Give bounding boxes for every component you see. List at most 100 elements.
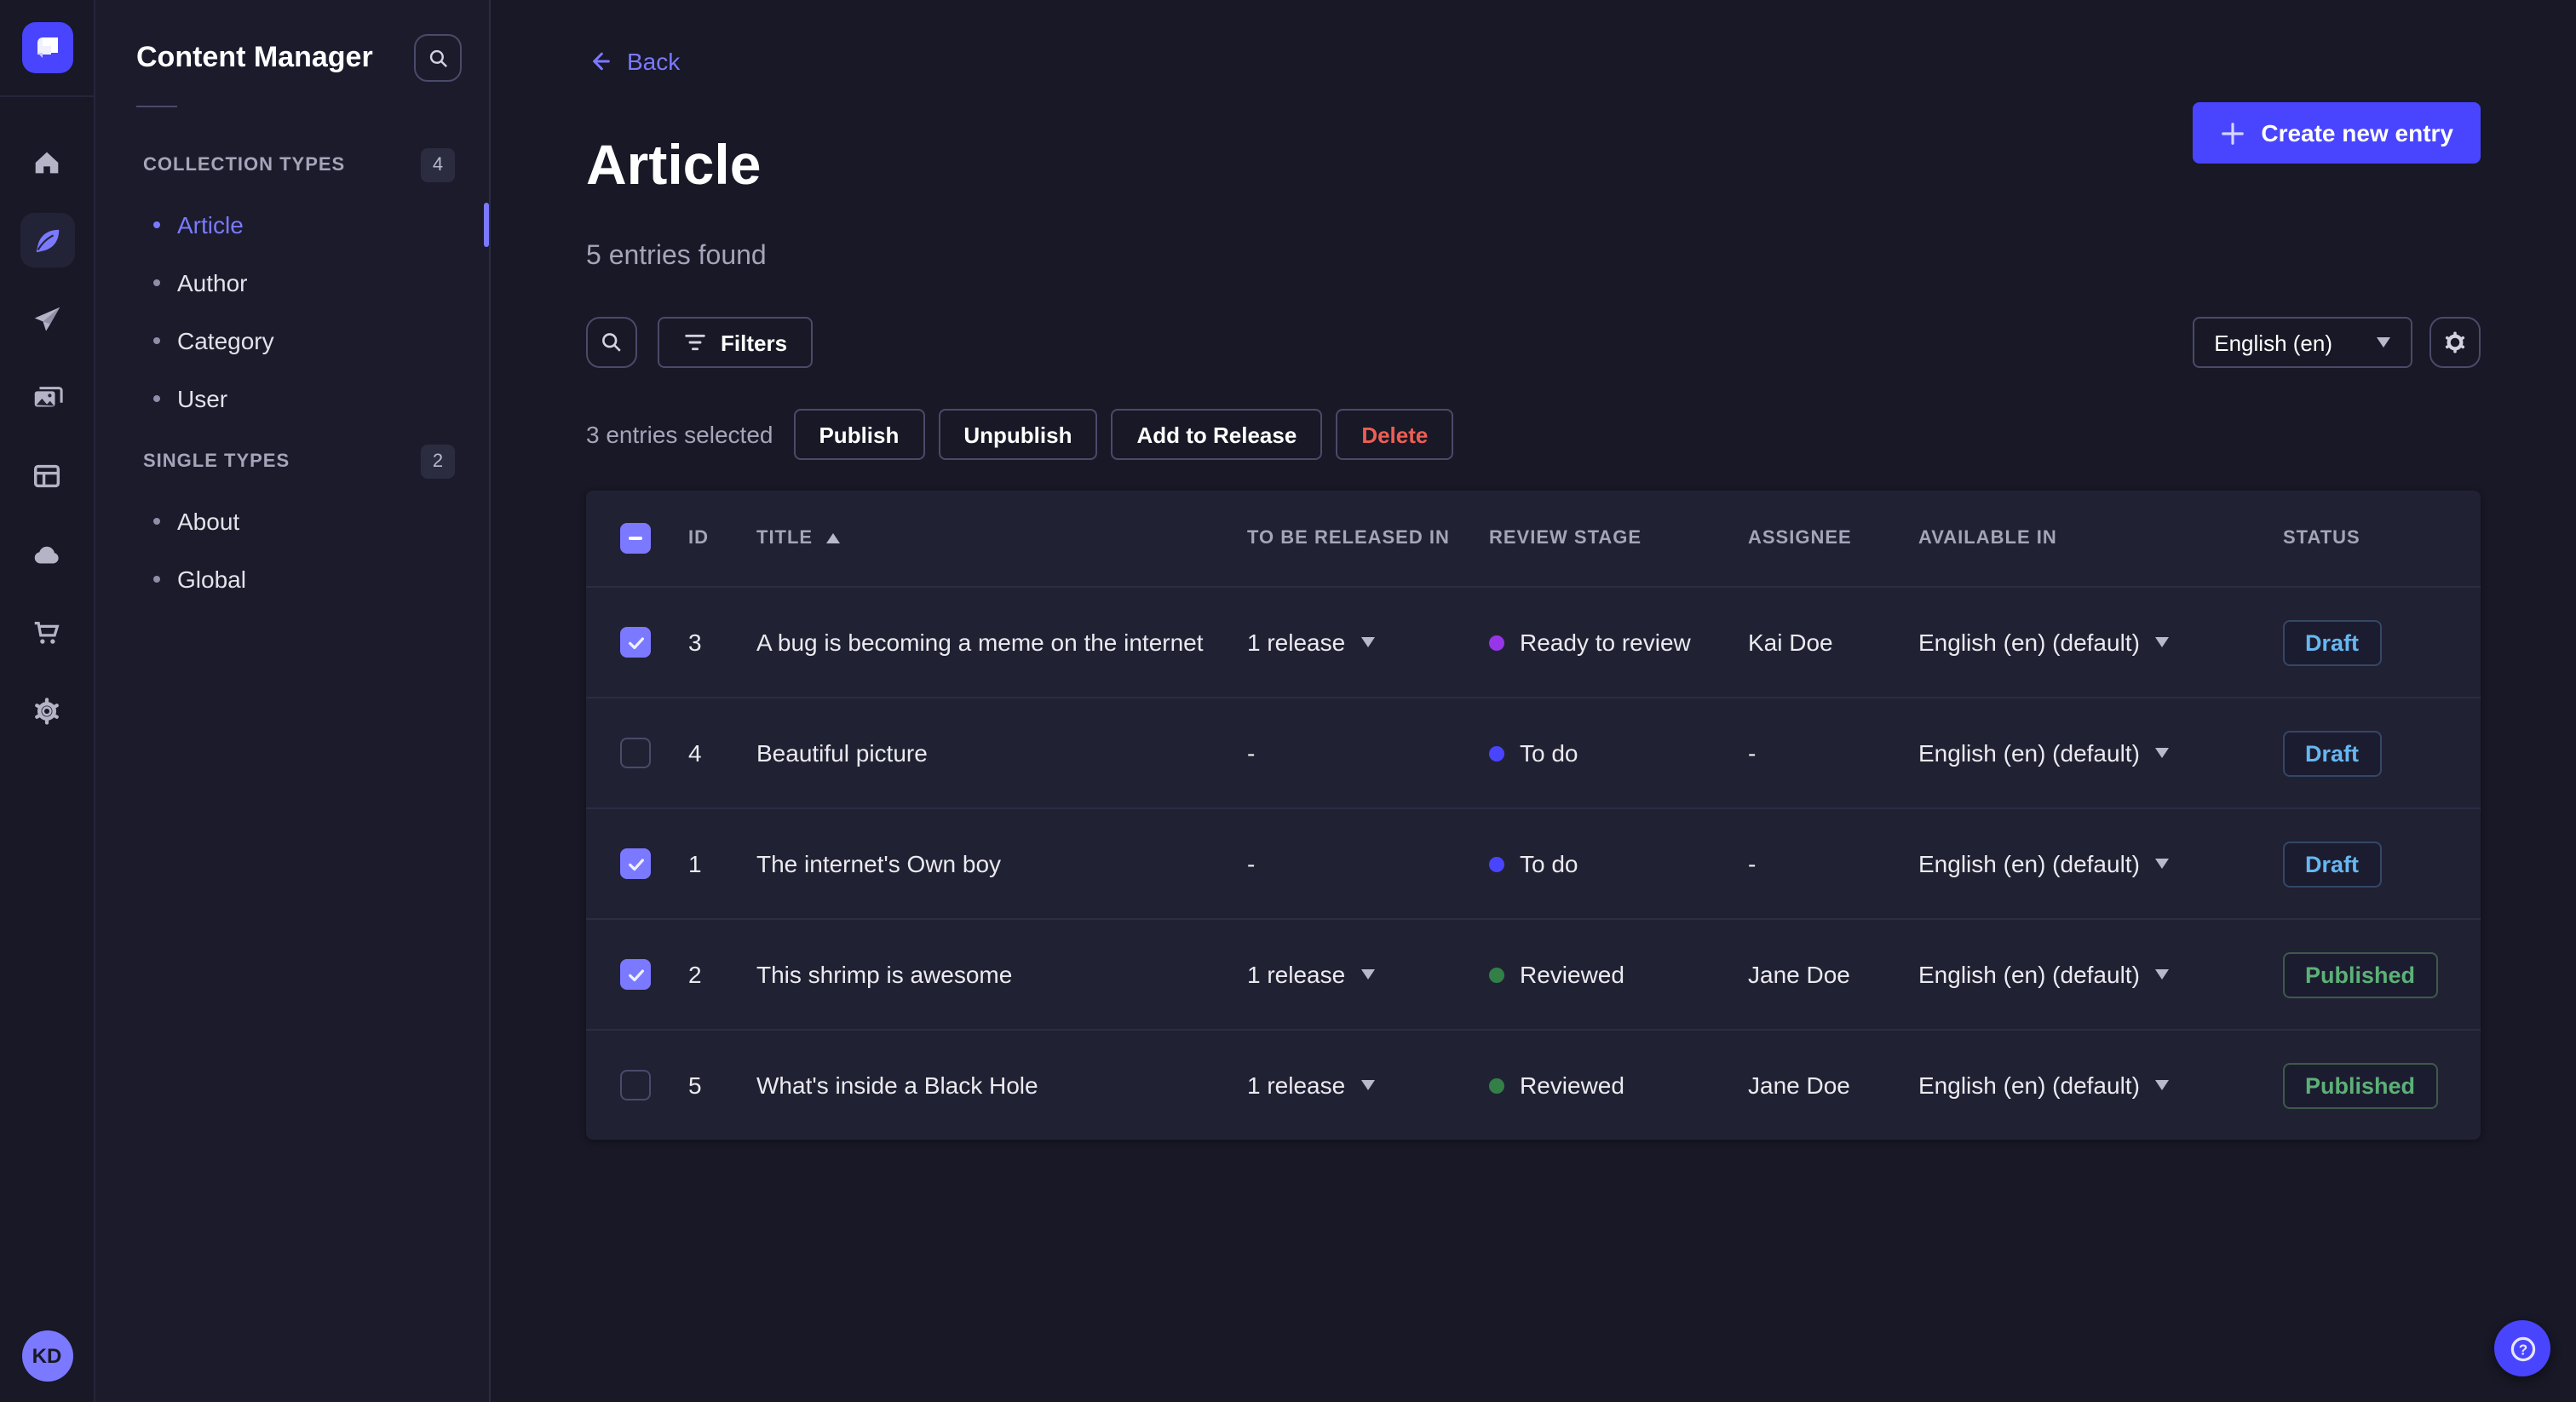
cell-assignee: Kai Doe (1748, 629, 1833, 657)
row-checkbox[interactable] (620, 738, 651, 769)
cell-id: 2 (688, 961, 702, 989)
status-badge: Published (2283, 951, 2438, 998)
table-row[interactable]: 5 What's inside a Black Hole 1 release R… (586, 1029, 2481, 1140)
table-header-row: ID TITLE TO BE RELEASED IN REVIEW STAGE … (586, 491, 2481, 586)
table-row[interactable]: 1 The internet's Own boy - To do - Engli… (586, 807, 2481, 918)
column-header-assignee[interactable]: ASSIGNEE (1748, 528, 1918, 549)
marketplace-icon[interactable] (20, 605, 74, 659)
create-new-entry-button[interactable]: Create new entry (2193, 102, 2481, 164)
cell-assignee: - (1748, 739, 1757, 767)
app-window: KD Content Manager COLLECTION TYPES 4 Ar… (0, 0, 2576, 1402)
locale-chevron (2154, 637, 2169, 648)
table-row[interactable]: 4 Beautiful picture - To do - English (e… (586, 697, 2481, 807)
cell-status: Published (2283, 1062, 2447, 1109)
unpublish-button[interactable]: Unpublish (938, 409, 1098, 461)
cell-stage-label: Ready to review (1520, 629, 1691, 657)
search-icon (602, 333, 621, 353)
cell-assignee: - (1748, 850, 1757, 878)
column-header-title[interactable]: TITLE (756, 528, 1247, 549)
media-library-icon[interactable] (20, 370, 74, 424)
bullet-icon (153, 576, 160, 583)
cell-id: 5 (688, 1072, 702, 1100)
icon-rail: KD (0, 0, 95, 1402)
stage-dot (1489, 856, 1504, 872)
publish-button[interactable]: Publish (793, 409, 925, 461)
row-checkbox[interactable] (620, 627, 651, 658)
strapi-logo-glyph (37, 37, 57, 58)
row-checkbox[interactable] (620, 959, 651, 991)
check-icon (628, 968, 643, 981)
check-icon (628, 636, 643, 649)
column-header-release[interactable]: TO BE RELEASED IN (1247, 528, 1489, 549)
column-header-locale[interactable]: AVAILABLE IN (1918, 528, 2283, 549)
cell-locale-label: English (en) (default) (1918, 629, 2140, 657)
sidebar-item-about[interactable]: About (95, 492, 489, 550)
releases-icon[interactable] (20, 291, 74, 346)
home-icon[interactable] (20, 135, 74, 189)
user-avatar[interactable]: KD (21, 1330, 72, 1382)
cell-locale[interactable]: English (en) (default) (1918, 739, 2283, 767)
cell-release[interactable]: 1 release (1247, 1072, 1489, 1099)
locale-chevron (2154, 969, 2169, 980)
column-header-id[interactable]: ID (688, 528, 756, 549)
help-button[interactable]: ? (2494, 1320, 2550, 1376)
locale-select[interactable]: English (en) (2192, 317, 2412, 369)
cell-locale[interactable]: English (en) (default) (1918, 850, 2283, 877)
cell-locale[interactable]: English (en) (default) (1918, 629, 2283, 656)
cell-locale[interactable]: English (en) (default) (1918, 961, 2283, 988)
entries-table: ID TITLE TO BE RELEASED IN REVIEW STAGE … (586, 491, 2481, 1141)
select-all-checkbox[interactable] (620, 523, 651, 554)
cell-status: Draft (2283, 841, 2447, 888)
content-manager-icon[interactable] (20, 213, 74, 267)
cell-release[interactable]: - (1247, 739, 1489, 767)
strapi-logo[interactable] (21, 22, 72, 73)
back-link[interactable]: Back (586, 48, 680, 75)
settings-icon[interactable] (20, 683, 74, 738)
cell-release-label: - (1247, 850, 1256, 878)
sidebar-search-button[interactable] (414, 34, 462, 82)
cell-release-label: 1 release (1247, 629, 1346, 657)
sidebar-item-author[interactable]: Author (95, 254, 489, 312)
content-type-builder-icon[interactable] (20, 448, 74, 503)
row-checkbox[interactable] (620, 1070, 651, 1101)
table-row[interactable]: 2 This shrimp is awesome 1 release Revie… (586, 918, 2481, 1029)
cell-title: Beautiful picture (756, 739, 928, 767)
cell-status: Draft (2283, 730, 2447, 777)
column-header-status[interactable]: STATUS (2283, 528, 2447, 549)
single-types-section: SINGLE TYPES 2 About Global (95, 445, 489, 608)
cloud-icon[interactable] (20, 526, 74, 581)
cell-id: 3 (688, 629, 702, 657)
sidebar-item-user[interactable]: User (95, 370, 489, 428)
table-row[interactable]: 3 A bug is becoming a meme on the intern… (586, 586, 2481, 697)
cell-id: 1 (688, 850, 702, 878)
add-to-release-button[interactable]: Add to Release (1111, 409, 1323, 461)
cell-release[interactable]: 1 release (1247, 961, 1489, 988)
column-header-stage[interactable]: REVIEW STAGE (1489, 528, 1748, 549)
locale-chevron (2154, 748, 2169, 759)
status-badge: Draft (2283, 619, 2382, 666)
section-count-badge: 4 (421, 148, 455, 182)
status-badge: Draft (2283, 730, 2382, 777)
sidebar-item-label: User (177, 385, 228, 412)
row-checkbox[interactable] (620, 848, 651, 880)
cell-release[interactable]: - (1247, 850, 1489, 877)
cell-assignee: Jane Doe (1748, 961, 1850, 989)
cell-release[interactable]: 1 release (1247, 629, 1489, 656)
sidebar-item-global[interactable]: Global (95, 550, 489, 608)
delete-button[interactable]: Delete (1336, 409, 1454, 461)
sidebar-item-article[interactable]: Article (95, 196, 489, 254)
search-button[interactable] (586, 317, 637, 369)
cell-locale[interactable]: English (en) (default) (1918, 1072, 2283, 1099)
bullet-icon (153, 279, 160, 286)
stage-dot (1489, 635, 1504, 651)
sidebar-item-label: Author (177, 269, 248, 296)
arrow-left-icon (593, 52, 610, 71)
view-settings-button[interactable] (2429, 317, 2481, 369)
svg-text:?: ? (2518, 1341, 2527, 1357)
cell-release-label: 1 release (1247, 961, 1346, 989)
sort-asc-icon (826, 533, 841, 544)
sidebar-divider (136, 106, 177, 107)
release-chevron (1360, 969, 1375, 980)
filters-button[interactable]: Filters (658, 317, 814, 369)
sidebar-item-category[interactable]: Category (95, 312, 489, 370)
